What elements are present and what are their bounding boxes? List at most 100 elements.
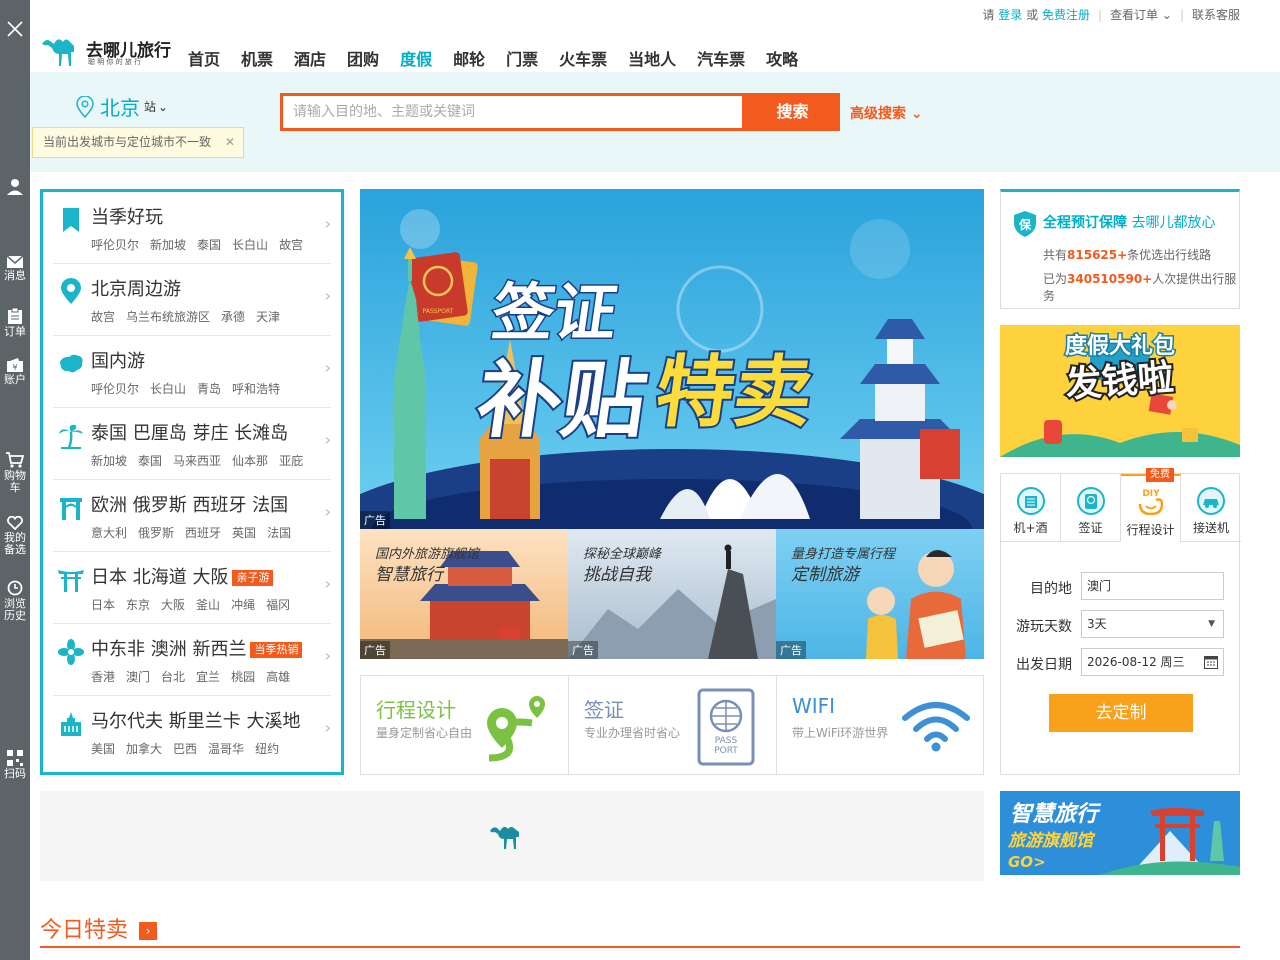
nav-tickets[interactable]: 门票	[506, 46, 538, 70]
nav-cruise[interactable]: 邮轮	[453, 46, 485, 70]
sidebar-item-orders[interactable]: 订单	[0, 308, 30, 338]
tab-airport-transfer[interactable]: 接送机	[1181, 474, 1241, 542]
category-link[interactable]: 英国	[232, 526, 256, 540]
category-item[interactable]: 马尔代夫 斯里兰卡 大溪地 美国 加拿大 巴西 温哥华 纽约 ›	[53, 696, 331, 768]
category-link[interactable]: 桃园	[231, 670, 255, 684]
category-item[interactable]: 欧洲 俄罗斯 西班牙 法国 意大利 俄罗斯 西班牙 英国 法国 ›	[53, 480, 331, 552]
category-link[interactable]: 高雄	[266, 670, 290, 684]
main-banner[interactable]: PASSPORT 签证 补贴 特卖 广告	[360, 189, 984, 529]
sidebar-item-account[interactable]: ¥ 账户	[0, 358, 30, 386]
today-sale-heading[interactable]: 今日特卖 ›	[40, 912, 158, 944]
promo-peak[interactable]: 探秘全球巅峰 挑战自我 广告	[568, 529, 776, 659]
arch-icon	[60, 498, 82, 520]
nav-vacation[interactable]: 度假	[400, 46, 432, 70]
search-input[interactable]	[283, 96, 742, 128]
tip-text: 当前出发城市与定位城市不一致	[43, 135, 212, 149]
service-itinerary[interactable]: 行程设计 量身定制省心自由	[361, 676, 569, 774]
close-icon[interactable]	[0, 14, 30, 44]
nav-hotels[interactable]: 酒店	[294, 46, 326, 70]
category-link[interactable]: 青岛	[197, 382, 221, 396]
category-item[interactable]: 北京周边游 故宫 乌兰布统旅游区 承德 天津 ›	[53, 264, 331, 336]
category-link[interactable]: 呼伦贝尔	[91, 382, 139, 396]
category-link[interactable]: 故宫	[91, 310, 115, 324]
search-button[interactable]: 搜索	[745, 93, 840, 131]
days-select[interactable]: 3天 ▼	[1081, 610, 1224, 638]
category-link[interactable]: 东京	[126, 598, 150, 612]
tab-visa[interactable]: 签证	[1061, 474, 1121, 542]
service-wifi[interactable]: WIFI 带上WiFi环游世界	[777, 676, 985, 774]
category-link[interactable]: 日本	[91, 598, 115, 612]
tab-itinerary-design[interactable]: DIY 行程设计 免费	[1121, 468, 1181, 542]
customize-button[interactable]: 去定制	[1049, 694, 1193, 732]
orders-link[interactable]: 查看订单 ⌄	[1110, 6, 1172, 23]
category-link[interactable]: 俄罗斯	[138, 526, 174, 540]
category-link[interactable]: 西班牙	[185, 526, 221, 540]
category-link[interactable]: 承德	[221, 310, 245, 324]
category-link[interactable]: 长白山	[150, 382, 186, 396]
category-item[interactable]: 日本 北海道 大阪 亲子游 日本 东京 大阪 釜山 冲绳 福冈 ›	[53, 552, 331, 624]
nav-locals[interactable]: 当地人	[628, 46, 676, 70]
category-link[interactable]: 长白山	[232, 238, 268, 252]
calendar-icon[interactable]	[1204, 655, 1218, 669]
category-link[interactable]: 纽约	[255, 742, 279, 756]
category-item[interactable]: 国内游 呼伦贝尔 长白山 青岛 呼和浩特 ›	[53, 336, 331, 408]
category-link[interactable]: 加拿大	[126, 742, 162, 756]
category-link[interactable]: 美国	[91, 742, 115, 756]
service-visa[interactable]: 签证 专业办理省时省心 PASS PORT	[569, 676, 777, 774]
date-field[interactable]: 2026-08-12 周三	[1081, 648, 1224, 676]
category-item[interactable]: 中东非 澳洲 新西兰 当季热销 香港 澳门 台北 宜兰 桃园 高雄 ›	[53, 624, 331, 696]
nav-trains[interactable]: 火车票	[559, 46, 607, 70]
promo-smart-travel[interactable]: 国内外旅游旗舰馆 智慧旅行 广告	[360, 529, 568, 659]
sidebar-item-cart[interactable]: 购物车	[0, 452, 30, 494]
nav-groupbuy[interactable]: 团购	[347, 46, 379, 70]
tab-hotel-flight[interactable]: 机+酒	[1001, 474, 1061, 542]
category-link[interactable]: 泰国	[197, 238, 221, 252]
category-link[interactable]: 意大利	[91, 526, 127, 540]
nav-flights[interactable]: 机票	[241, 46, 273, 70]
category-link[interactable]: 大阪	[161, 598, 185, 612]
category-link[interactable]: 马来西亚	[173, 454, 221, 468]
promo-custom-tour[interactable]: 量身打造专属行程 定制旅游 广告	[776, 529, 984, 659]
destination-field[interactable]: 澳门	[1081, 572, 1224, 600]
category-link[interactable]: 泰国	[138, 454, 162, 468]
category-link[interactable]: 冲绳	[231, 598, 255, 612]
sidebar-item-scan[interactable]: 扫码	[0, 750, 30, 780]
city-selector[interactable]: 北京 站 ⌄	[76, 92, 168, 121]
category-item[interactable]: 泰国 巴厘岛 芽庄 长滩岛 新加坡 泰国 马来西亚 仙本那 亚庇 ›	[53, 408, 331, 480]
login-link[interactable]: 登录	[998, 6, 1022, 23]
category-link[interactable]: 台北	[161, 670, 185, 684]
logo[interactable]: 去哪儿旅行 聪 明 你 的 旅 行	[40, 32, 180, 70]
category-item[interactable]: 当季好玩 呼伦贝尔 新加坡 泰国 长白山 故宫 ›	[53, 192, 331, 264]
category-link[interactable]: 亚庇	[279, 454, 303, 468]
category-link[interactable]: 新加坡	[150, 238, 186, 252]
gift-banner[interactable]: 度假大礼包 发钱啦	[1000, 325, 1240, 457]
category-link[interactable]: 温哥华	[208, 742, 244, 756]
category-link[interactable]: 釜山	[196, 598, 220, 612]
category-link[interactable]: 天津	[256, 310, 280, 324]
category-link[interactable]: 呼和浩特	[232, 382, 280, 396]
nav-home[interactable]: 首页	[188, 46, 220, 70]
close-icon[interactable]: ✕	[225, 128, 235, 157]
register-link[interactable]: 免费注册	[1042, 6, 1090, 23]
category-link[interactable]: 宜兰	[196, 670, 220, 684]
user-icon[interactable]	[0, 178, 30, 198]
category-link[interactable]: 故宫	[279, 238, 303, 252]
service-link[interactable]: 联系客服	[1192, 6, 1240, 23]
category-link[interactable]: 乌兰布统旅游区	[126, 310, 210, 324]
nav-guides[interactable]: 攻略	[766, 46, 798, 70]
category-link[interactable]: 法国	[267, 526, 291, 540]
category-link[interactable]: 巴西	[173, 742, 197, 756]
nav-bus[interactable]: 汽车票	[697, 46, 745, 70]
sidebar-item-history[interactable]: 浏览历史	[0, 580, 30, 622]
sidebar-item-label: 我的备选	[4, 531, 26, 556]
flagship-banner[interactable]: 智慧旅行 旅游旗舰馆 GO>	[1000, 791, 1240, 875]
category-link[interactable]: 仙本那	[232, 454, 268, 468]
category-link[interactable]: 呼伦贝尔	[91, 238, 139, 252]
category-link[interactable]: 澳门	[126, 670, 150, 684]
advanced-search-link[interactable]: 高级搜索 ⌄	[850, 103, 923, 123]
sidebar-item-messages[interactable]: 消息	[0, 256, 30, 282]
category-link[interactable]: 福冈	[266, 598, 290, 612]
category-link[interactable]: 新加坡	[91, 454, 127, 468]
sidebar-item-favorites[interactable]: 我的备选	[0, 516, 30, 556]
category-link[interactable]: 香港	[91, 670, 115, 684]
